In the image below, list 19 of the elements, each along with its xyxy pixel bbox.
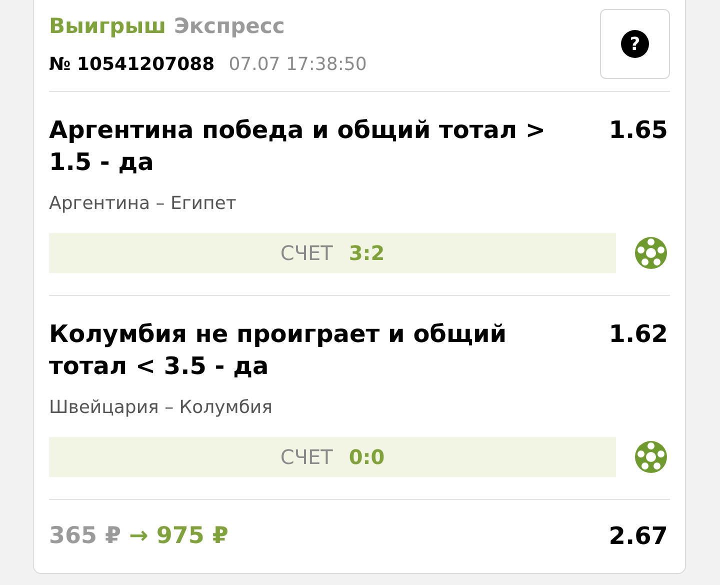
stake-amount: 365 ₽ [49,522,122,551]
score-value: 3:2 [348,240,385,267]
bet-title: Колумбия не проиграет и общий тотал < 3.5 - да [49,319,508,382]
score-label: СЧЕТ [280,444,333,471]
score-label: СЧЕТ [280,240,333,267]
bet-type: Экспресс [174,13,285,40]
payout-amount: 975 ₽ [156,522,228,551]
bet-number: № 10541207088 [49,52,215,76]
score-value: 0:0 [348,444,385,471]
bet-status: Выигрыш [49,13,166,40]
arrow-icon: → [129,518,148,554]
match-name: Аргентина – Египет [49,192,238,216]
help-button[interactable]: ? [600,9,670,79]
bet-odds: 1.62 [608,319,668,350]
total-odds: 2.67 [608,521,668,552]
bet-title: Аргентина победа и общий тотал > 1.5 - да [49,115,547,178]
bet-odds: 1.65 [608,115,668,146]
bet-datetime: 07.07 17:38:50 [228,52,367,76]
match-name: Швейцария – Колумбия [49,396,274,420]
